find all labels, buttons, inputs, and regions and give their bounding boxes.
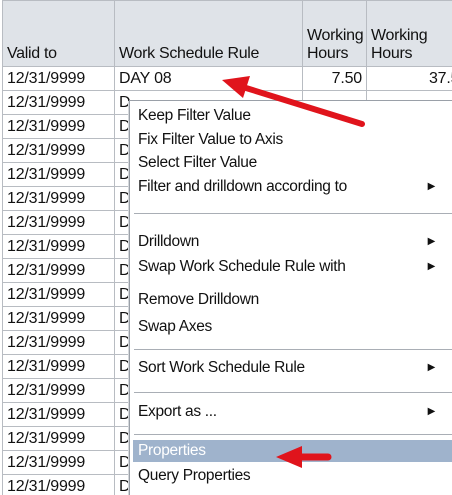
column-header-working-hours[interactable]: Working Hours bbox=[302, 0, 367, 67]
table-header-row: Valid to Work Schedule Rule Working Hour… bbox=[2, 0, 452, 67]
submenu-arrow-icon: ▶ bbox=[427, 362, 436, 373]
menu-item-label: Keep Filter Value bbox=[138, 107, 251, 124]
cell-valid-to[interactable]: 12/31/9999 bbox=[2, 162, 115, 187]
menu-item-label: Select Filter Value bbox=[138, 154, 257, 171]
menu-item-sort-rule[interactable]: Sort Work Schedule Rule ▶ bbox=[136, 357, 452, 379]
cell-valid-to[interactable]: 12/31/9999 bbox=[2, 138, 115, 163]
menu-item-label: Swap Axes bbox=[138, 318, 212, 335]
menu-item-swap-rule-with[interactable]: Swap Work Schedule Rule with ▶ bbox=[136, 256, 452, 278]
menu-item-remove-drilldown[interactable]: Remove Drilldown bbox=[136, 289, 452, 311]
column-header-working-hours-2[interactable]: Working Hours bbox=[366, 0, 452, 67]
cell-working-hours[interactable]: 7.50 bbox=[302, 66, 367, 91]
cell-valid-to[interactable]: 12/31/9999 bbox=[2, 402, 115, 427]
cell-valid-to[interactable]: 12/31/9999 bbox=[2, 306, 115, 331]
menu-item-swap-axes[interactable]: Swap Axes bbox=[136, 316, 452, 338]
menu-separator bbox=[134, 392, 452, 393]
cell-valid-to[interactable]: 12/31/9999 bbox=[2, 258, 115, 283]
menu-item-query-properties[interactable]: Query Properties bbox=[136, 465, 452, 487]
menu-item-filter-and-drilldown[interactable]: Filter and drilldown according to ▶ bbox=[136, 176, 452, 198]
cell-working-hours-2[interactable]: 37.50 bbox=[366, 66, 452, 91]
menu-item-drilldown[interactable]: Drilldown ▶ bbox=[136, 231, 452, 253]
cell-work-schedule-rule[interactable]: DAY 08 bbox=[114, 66, 303, 91]
cell-valid-to[interactable]: 12/31/9999 bbox=[2, 354, 115, 379]
cell-valid-to[interactable]: 12/31/9999 bbox=[2, 378, 115, 403]
cell-valid-to[interactable]: 12/31/9999 bbox=[2, 114, 115, 139]
submenu-arrow-icon: ▶ bbox=[427, 406, 436, 417]
context-menu: Keep Filter Value Fix Filter Value to Ax… bbox=[129, 100, 452, 495]
menu-separator bbox=[134, 434, 452, 435]
submenu-arrow-icon: ▶ bbox=[427, 261, 436, 272]
menu-item-fix-filter-value-to-axis[interactable]: Fix Filter Value to Axis bbox=[136, 129, 452, 151]
cell-valid-to[interactable]: 12/31/9999 bbox=[2, 186, 115, 211]
table-row: 12/31/9999 DAY 08 7.50 37.50 bbox=[2, 66, 452, 91]
menu-item-label: Fix Filter Value to Axis bbox=[138, 131, 283, 148]
cell-valid-to[interactable]: 12/31/9999 bbox=[2, 234, 115, 259]
cell-valid-to[interactable]: 12/31/9999 bbox=[2, 210, 115, 235]
cell-valid-to[interactable]: 12/31/9999 bbox=[2, 90, 115, 115]
menu-item-label: Filter and drilldown according to bbox=[138, 178, 347, 195]
submenu-arrow-icon: ▶ bbox=[427, 236, 436, 247]
cell-valid-to[interactable]: 12/31/9999 bbox=[2, 426, 115, 451]
menu-item-label: Properties bbox=[138, 442, 206, 459]
menu-separator bbox=[134, 213, 452, 214]
menu-item-keep-filter-value[interactable]: Keep Filter Value bbox=[136, 105, 452, 127]
cell-valid-to[interactable]: 12/31/9999 bbox=[2, 474, 115, 495]
menu-item-label: Remove Drilldown bbox=[138, 291, 259, 308]
menu-item-label: Export as ... bbox=[138, 403, 217, 420]
cell-valid-to[interactable]: 12/31/9999 bbox=[2, 330, 115, 355]
menu-item-label: Sort Work Schedule Rule bbox=[138, 359, 305, 376]
menu-item-label: Query Properties bbox=[138, 467, 251, 484]
menu-item-properties[interactable]: Properties bbox=[133, 440, 452, 462]
menu-item-export-as[interactable]: Export as ... ▶ bbox=[136, 401, 452, 423]
column-header-work-schedule-rule[interactable]: Work Schedule Rule bbox=[114, 0, 303, 67]
submenu-arrow-icon: ▶ bbox=[427, 181, 436, 192]
menu-item-select-filter-value[interactable]: Select Filter Value bbox=[136, 152, 452, 174]
column-header-valid-to[interactable]: Valid to bbox=[2, 0, 115, 67]
menu-item-label: Drilldown bbox=[138, 233, 200, 250]
menu-item-label: Swap Work Schedule Rule with bbox=[138, 258, 346, 275]
cell-valid-to[interactable]: 12/31/9999 bbox=[2, 450, 115, 475]
cell-valid-to[interactable]: 12/31/9999 bbox=[2, 66, 115, 91]
cell-valid-to[interactable]: 12/31/9999 bbox=[2, 282, 115, 307]
menu-separator bbox=[134, 349, 452, 350]
